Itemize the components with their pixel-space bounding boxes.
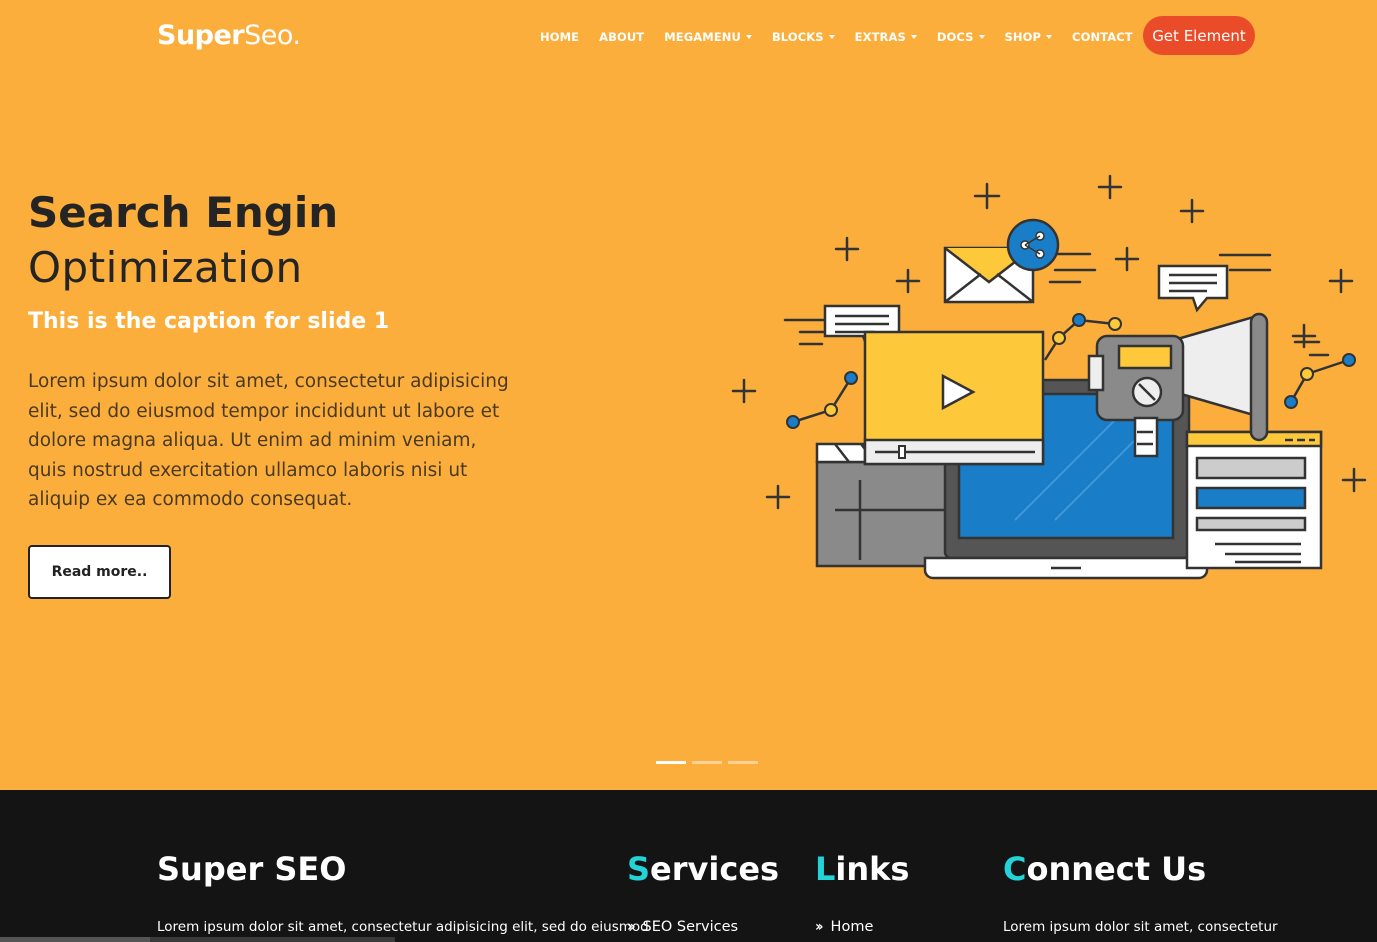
- site-logo[interactable]: SuperSeo.: [157, 20, 301, 51]
- nav-contact[interactable]: CONTACT: [1072, 30, 1133, 44]
- logo-bold-text: Super: [157, 20, 245, 51]
- footer-link-home[interactable]: ›› Home: [815, 919, 873, 935]
- footer-title-connect: Connect Us: [1003, 850, 1206, 888]
- main-nav: HOME ABOUT MEGAMENU BLOCKS EXTRAS DOCS S…: [540, 30, 1153, 44]
- nav-shop-label: SHOP: [1004, 30, 1042, 44]
- nav-shop[interactable]: SHOP: [1005, 30, 1053, 44]
- hero-subtitle: Optimization: [28, 243, 303, 292]
- nav-about[interactable]: ABOUT: [599, 30, 644, 44]
- slide-indicator-3[interactable]: [728, 761, 758, 764]
- hero-caption: This is the caption for slide 1: [28, 309, 390, 334]
- hero-title: Search Engin: [28, 188, 339, 237]
- nav-megamenu-label: MEGAMENU: [664, 30, 741, 44]
- nav-blocks-label: BLOCKS: [771, 30, 824, 44]
- nav-blocks[interactable]: BLOCKS: [772, 30, 835, 44]
- double-chevron-right-icon: ››: [627, 919, 635, 935]
- footer-services-accent: S: [627, 850, 651, 888]
- nav-docs[interactable]: DOCS: [937, 30, 985, 44]
- footer-link-label: Home: [830, 919, 874, 935]
- caret-down-icon: [828, 35, 835, 39]
- nav-megamenu[interactable]: MEGAMENU: [664, 30, 752, 44]
- footer-link-label: SEO Services: [642, 919, 739, 935]
- footer-link-seo-services[interactable]: ›› SEO Services: [627, 919, 738, 935]
- footer-links-rest: inks: [835, 850, 910, 888]
- caret-down-icon: [978, 35, 985, 39]
- slide-indicator-1[interactable]: [656, 761, 686, 764]
- footer-connect-accent: C: [1003, 850, 1027, 888]
- double-chevron-right-icon: ››: [815, 919, 823, 935]
- nav-docs-label: DOCS: [936, 30, 974, 44]
- footer-about-text: Lorem ipsum dolor sit amet, consectetur …: [157, 919, 649, 935]
- footer-title-services: Services: [627, 850, 779, 888]
- logo-light-text: Seo.: [244, 20, 301, 51]
- nav-about-label: ABOUT: [599, 30, 645, 44]
- nav-home-label: HOME: [540, 30, 580, 44]
- nav-extras[interactable]: EXTRAS: [855, 30, 917, 44]
- scrollbar-thumb[interactable]: [0, 937, 150, 942]
- footer-links-accent: L: [815, 850, 836, 888]
- slider-indicators: [656, 761, 758, 764]
- get-element-button[interactable]: Get Element: [1143, 16, 1255, 55]
- caret-down-icon: [745, 35, 752, 39]
- nav-contact-label: CONTACT: [1072, 30, 1133, 44]
- read-more-button[interactable]: Read more..: [28, 545, 171, 599]
- footer-title-links: Links: [815, 850, 909, 888]
- seo-illustration: [731, 174, 1367, 580]
- hero-description: Lorem ipsum dolor sit amet, consectetur …: [28, 371, 509, 511]
- footer-services-rest: ervices: [650, 850, 780, 888]
- slide-indicator-2[interactable]: [692, 761, 722, 764]
- caret-down-icon: [910, 35, 917, 39]
- footer-title-about: Super SEO: [157, 850, 347, 888]
- nav-home[interactable]: HOME: [540, 30, 579, 44]
- footer-connect-rest: onnect Us: [1026, 850, 1207, 888]
- horizontal-scrollbar[interactable]: [0, 937, 395, 942]
- footer-connect-text: Lorem ipsum dolor sit amet, consectetur: [1003, 919, 1278, 935]
- caret-down-icon: [1046, 35, 1053, 39]
- nav-extras-label: EXTRAS: [854, 30, 906, 44]
